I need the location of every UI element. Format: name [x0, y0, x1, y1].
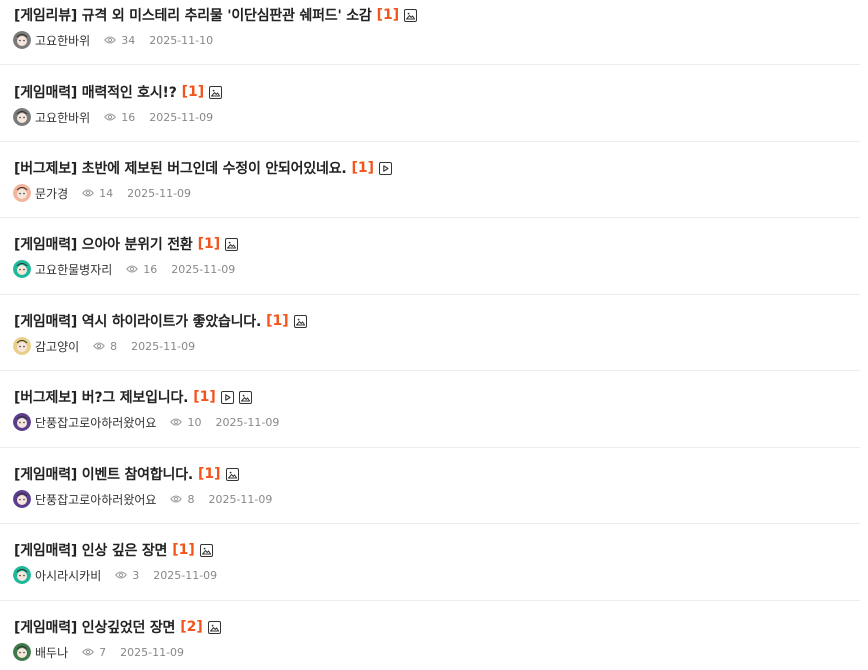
image-icon [209, 85, 223, 99]
divider [0, 141, 860, 142]
comment-count[interactable]: [2] [180, 619, 203, 635]
eye-icon [126, 264, 139, 274]
divider [0, 217, 860, 218]
image-icon [293, 314, 307, 328]
avatar[interactable] [13, 490, 31, 508]
avatar[interactable] [13, 413, 31, 431]
post-title-line: [게임리뷰] 규격 외 미스테리 추리물 '이단심판관 쉐퍼드' 소감 [1] [14, 5, 418, 25]
avatar[interactable] [13, 108, 31, 126]
author-name[interactable]: 단풍잡고로아하러왔어요 [35, 414, 156, 431]
view-count: 8 [110, 339, 118, 353]
post-title-line: [버그제보] 버?그 제보입니다. [1] [14, 387, 252, 407]
comment-count[interactable]: [1] [352, 160, 375, 176]
eye-icon [104, 35, 117, 45]
post-title-link[interactable]: [버그제보] 버?그 제보입니다. [14, 387, 188, 407]
post-title-link[interactable]: [게임리뷰] 규격 외 미스테리 추리물 '이단심판관 쉐퍼드' 소감 [14, 5, 372, 25]
image-icon [225, 467, 239, 481]
post-title-link[interactable]: [게임매력] 인상 깊은 장면 [14, 540, 167, 560]
eye-icon [170, 494, 183, 504]
post-date: 2025-11-09 [127, 186, 192, 200]
author-name[interactable]: 고요한바위 [35, 109, 90, 126]
image-icon [225, 237, 239, 251]
comment-count[interactable]: [1] [182, 84, 205, 100]
comment-count[interactable]: [1] [172, 542, 195, 558]
eye-icon [93, 341, 106, 351]
view-count: 7 [99, 645, 107, 659]
divider [0, 523, 860, 524]
image-icon [238, 390, 252, 404]
post-title-link[interactable]: [게임매력] 인상깊었던 장면 [14, 617, 175, 637]
view-count: 8 [187, 492, 195, 506]
image-icon [199, 543, 213, 557]
post-date: 2025-11-09 [120, 645, 185, 659]
post-title-line: [버그제보] 초반에 제보된 버그인데 수정이 안되어있네요. [1] [14, 158, 393, 178]
eye-icon [82, 188, 94, 198]
post-title-line: [게임매력] 으아아 분위기 전환 [1] [14, 234, 239, 254]
post-date: 2025-11-09 [171, 262, 236, 276]
post-date: 2025-11-09 [215, 415, 280, 429]
avatar[interactable] [13, 31, 31, 49]
post-date: 2025-11-10 [149, 33, 214, 47]
post-meta: 단풍잡고로아하러왔어요 10 2025-11-09 [13, 413, 279, 431]
divider [0, 64, 860, 65]
video-icon [379, 161, 393, 175]
post-title-link[interactable]: [버그제보] 초반에 제보된 버그인데 수정이 안되어있네요. [14, 158, 347, 178]
post-meta: 고요한물병자리 16 2025-11-09 [13, 260, 235, 278]
author-name[interactable]: 고요한물병자리 [35, 261, 112, 278]
post-title-line: [게임매력] 인상깊었던 장면 [2] [14, 617, 221, 637]
eye-icon [170, 417, 183, 427]
author-name[interactable]: 배두나 [35, 644, 68, 661]
post-date: 2025-11-09 [153, 568, 218, 582]
view-count: 16 [143, 262, 158, 276]
post-date: 2025-11-09 [149, 110, 214, 124]
view-count: 14 [99, 186, 114, 200]
divider [0, 370, 860, 371]
post-title-link[interactable]: [게임매력] 으아아 분위기 전환 [14, 234, 193, 254]
eye-icon [115, 570, 128, 580]
eye-icon [104, 112, 117, 122]
post-meta: 단풍잡고로아하러왔어요 8 2025-11-09 [13, 490, 272, 508]
image-icon [404, 8, 418, 22]
post-meta: 아시라시카비 3 2025-11-09 [13, 566, 217, 584]
divider [0, 600, 860, 601]
comment-count[interactable]: [1] [193, 389, 216, 405]
view-count: 3 [132, 568, 140, 582]
avatar[interactable] [13, 260, 31, 278]
video-icon [220, 390, 234, 404]
comment-count[interactable]: [1] [198, 236, 221, 252]
author-name[interactable]: 문가경 [35, 185, 68, 202]
view-count: 10 [187, 415, 202, 429]
avatar[interactable] [13, 566, 31, 584]
post-meta: 고요한바위 16 2025-11-09 [13, 108, 213, 126]
post-title-link[interactable]: [게임매력] 역시 하이라이트가 좋았습니다. [14, 311, 261, 331]
post-title-link[interactable]: [게임매력] 매력적인 호시!? [14, 82, 177, 102]
comment-count[interactable]: [1] [377, 7, 400, 23]
view-count: 16 [121, 110, 136, 124]
comment-count[interactable]: [1] [198, 466, 221, 482]
comment-count[interactable]: [1] [266, 313, 289, 329]
author-name[interactable]: 고요한바위 [35, 32, 90, 49]
post-title-line: [게임매력] 역시 하이라이트가 좋았습니다. [1] [14, 311, 307, 331]
divider [0, 447, 860, 448]
post-title-line: [게임매력] 매력적인 호시!? [1] [14, 82, 223, 102]
post-date: 2025-11-09 [208, 492, 273, 506]
post-meta: 감고양이 8 2025-11-09 [13, 337, 195, 355]
image-icon [207, 620, 221, 634]
avatar[interactable] [13, 337, 31, 355]
author-name[interactable]: 아시라시카비 [35, 567, 101, 584]
post-meta: 문가경 14 2025-11-09 [13, 184, 191, 202]
post-meta: 고요한바위 34 2025-11-10 [13, 31, 213, 49]
post-title-link[interactable]: [게임매력] 이벤트 참여합니다. [14, 464, 193, 484]
post-title-line: [게임매력] 이벤트 참여합니다. [1] [14, 464, 239, 484]
divider [0, 294, 860, 295]
post-title-line: [게임매력] 인상 깊은 장면 [1] [14, 540, 213, 560]
post-date: 2025-11-09 [131, 339, 196, 353]
view-count: 34 [121, 33, 136, 47]
post-meta: 배두나 7 2025-11-09 [13, 643, 184, 661]
eye-icon [82, 647, 94, 657]
author-name[interactable]: 단풍잡고로아하러왔어요 [35, 491, 156, 508]
avatar[interactable] [13, 184, 31, 202]
author-name[interactable]: 감고양이 [35, 338, 79, 355]
avatar[interactable] [13, 643, 31, 661]
